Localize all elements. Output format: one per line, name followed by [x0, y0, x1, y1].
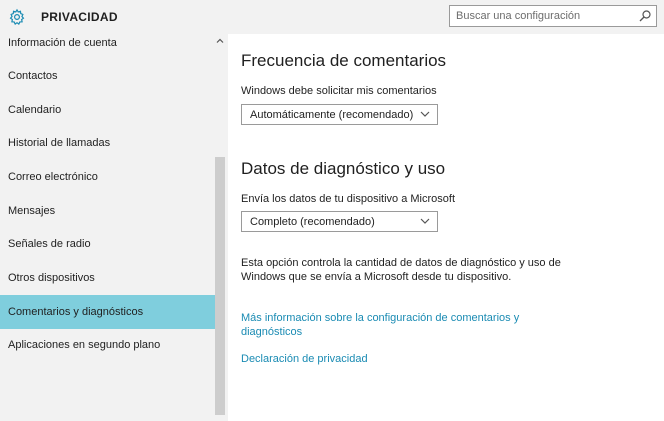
sidebar-item-informacion-de-cuenta[interactable]: Información de cuenta: [0, 26, 215, 60]
sidebar: Información de cuenta Contactos Calendar…: [0, 34, 228, 421]
sidebar-item-contactos[interactable]: Contactos: [0, 59, 215, 93]
feedback-heading: Frecuencia de comentarios: [241, 51, 447, 70]
sidebar-item-comentarios-y-diagnosticos[interactable]: Comentarios y diagnósticos: [0, 295, 215, 329]
chevron-down-icon: [420, 218, 430, 224]
search-box[interactable]: [449, 5, 657, 27]
search-input[interactable]: [456, 9, 636, 23]
feedback-dropdown-value: Automáticamente (recomendado): [250, 109, 414, 121]
sidebar-item-historial-de-llamadas[interactable]: Historial de llamadas: [0, 126, 215, 160]
diagnostics-dropdown-value: Completo (recomendado): [250, 216, 375, 228]
sidebar-item-mensajes[interactable]: Mensajes: [0, 194, 215, 228]
diagnostics-description: Esta opción controla la cantidad de dato…: [241, 257, 561, 283]
sidebar-item-correo-electronico[interactable]: Correo electrónico: [0, 160, 215, 194]
search-icon[interactable]: [638, 9, 652, 23]
gear-icon: [9, 8, 25, 25]
chevron-down-icon: [420, 111, 430, 117]
sidebar-scrollbar[interactable]: [215, 157, 225, 415]
diagnostics-label: Envía los datos de tu dispositivo a Micr…: [241, 193, 455, 205]
sidebar-item-aplicaciones-en-segundo-plano[interactable]: Aplicaciones en segundo plano: [0, 328, 215, 362]
diagnostics-heading: Datos de diagnóstico y uso: [241, 159, 446, 178]
sidebar-item-senales-de-radio[interactable]: Señales de radio: [0, 227, 215, 261]
app-title: PRIVACIDAD: [41, 10, 118, 24]
feedback-frequency-dropdown[interactable]: Automáticamente (recomendado): [241, 104, 438, 125]
feedback-label: Windows debe solicitar mis comentarios: [241, 85, 437, 97]
sidebar-item-otros-dispositivos[interactable]: Otros dispositivos: [0, 261, 215, 295]
sidebar-item-calendario[interactable]: Calendario: [0, 93, 215, 127]
scroll-up-arrow-icon[interactable]: [215, 36, 225, 46]
diagnostics-data-dropdown[interactable]: Completo (recomendado): [241, 211, 438, 232]
more-info-link[interactable]: Más información sobre la configuración d…: [241, 311, 521, 339]
privacy-statement-link[interactable]: Declaración de privacidad: [241, 352, 368, 366]
